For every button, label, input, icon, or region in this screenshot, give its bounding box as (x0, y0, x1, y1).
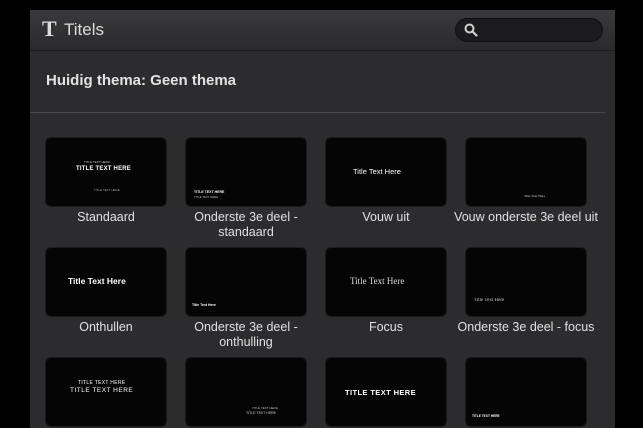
browser-header: T Titels (30, 10, 615, 51)
title-thumbnail: Title Text Here (326, 248, 446, 316)
thumb-title-text: Title Text Here (474, 298, 505, 303)
thumb-title-text: TITLE TEXT HERE (345, 388, 417, 397)
thumb-title-text: TITLE TEXT HERE (246, 411, 277, 415)
title-thumbnail: TITLE TEXT HERE TITLE TEXT HERE (186, 138, 306, 206)
thumb-title-text: TITLE TEXT HERE (76, 166, 132, 172)
thumb-small-text: TITLE TEXT HERE (252, 406, 278, 410)
title-thumbnail: Title Text Here (466, 138, 586, 206)
thumb-title-text: Title Text Here (350, 276, 405, 286)
thumb-small-text: TITLE TEXT HERE (94, 188, 120, 192)
tile-label: Onthullen (79, 320, 133, 334)
thumb-title-text: TITLE TEXT HERE (194, 190, 225, 194)
search-input[interactable] (482, 21, 600, 41)
title-thumbnail: TITLE TEXT HERE (326, 358, 446, 426)
tile-label: Vouw onderste 3e deel uit (454, 210, 598, 224)
tile-label: Vouw uit (362, 210, 410, 224)
title-thumbnail: TITLE TEXT HERE TITLE TEXT HERE (186, 358, 306, 426)
thumb-title-text: TITLE TEXT HERE (70, 387, 134, 394)
tile-label: Standaard (77, 210, 135, 224)
titles-browser: T Titels Huidig thema: Geen thema TITLE … (30, 10, 615, 428)
title-thumbnail: Title Text Here (326, 138, 446, 206)
thumb-title-text: Title Text Here (68, 276, 126, 286)
title-thumbnail: Title Text Here (466, 248, 586, 316)
title-thumbnail: TITLE TEXT HERE TITLE TEXT HERE (46, 358, 166, 426)
titles-t-icon: T (42, 16, 57, 41)
title-thumbnail: TITLE TEXT HERE TITLE TEXT HERE TITLE TE… (46, 138, 166, 206)
current-theme-label: Huidig thema: Geen thema (46, 72, 237, 89)
thumb-small-text: TITLE TEXT HERE (194, 195, 218, 199)
thumb-title-text: TITLE TEXT HERE (78, 380, 126, 386)
thumb-small-text: TITLE TEXT HERE (84, 160, 110, 164)
tile-label: Focus (368, 320, 404, 334)
title-thumbnail: TITLE TEXT HERE (466, 358, 586, 426)
thumb-title-text: Title Text Here (524, 194, 546, 198)
tile-label: Onderste 3e deel - focus (457, 320, 595, 334)
browser-title: Titels (64, 20, 104, 39)
divider (30, 112, 605, 113)
search-field[interactable] (455, 18, 603, 42)
title-thumbnail: Title Text Here (186, 248, 306, 316)
thumb-title-text: TITLE TEXT HERE (472, 414, 500, 418)
thumb-title-text: Title Text Here (353, 167, 401, 176)
search-icon (464, 23, 478, 37)
tile-label: Onderste 3e deel - standaard (194, 210, 298, 239)
title-thumbnail: Title Text Here (46, 248, 166, 316)
thumb-title-text: Title Text Here (192, 303, 216, 307)
tile-label: Onderste 3e deel - onthulling (194, 320, 298, 349)
